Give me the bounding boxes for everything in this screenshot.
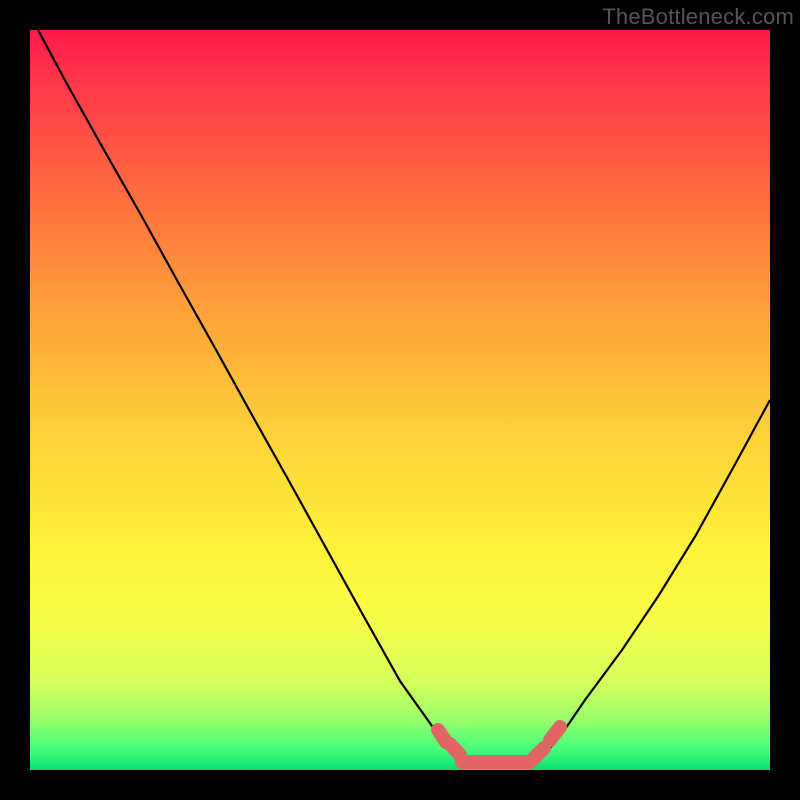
plot-area — [30, 30, 770, 770]
watermark-text: TheBottleneck.com — [602, 4, 794, 30]
bottleneck-curve-svg — [30, 30, 770, 770]
bottleneck-curve — [30, 15, 770, 766]
chart-frame: TheBottleneck.com — [0, 0, 800, 800]
optimal-region-markers — [438, 727, 560, 762]
